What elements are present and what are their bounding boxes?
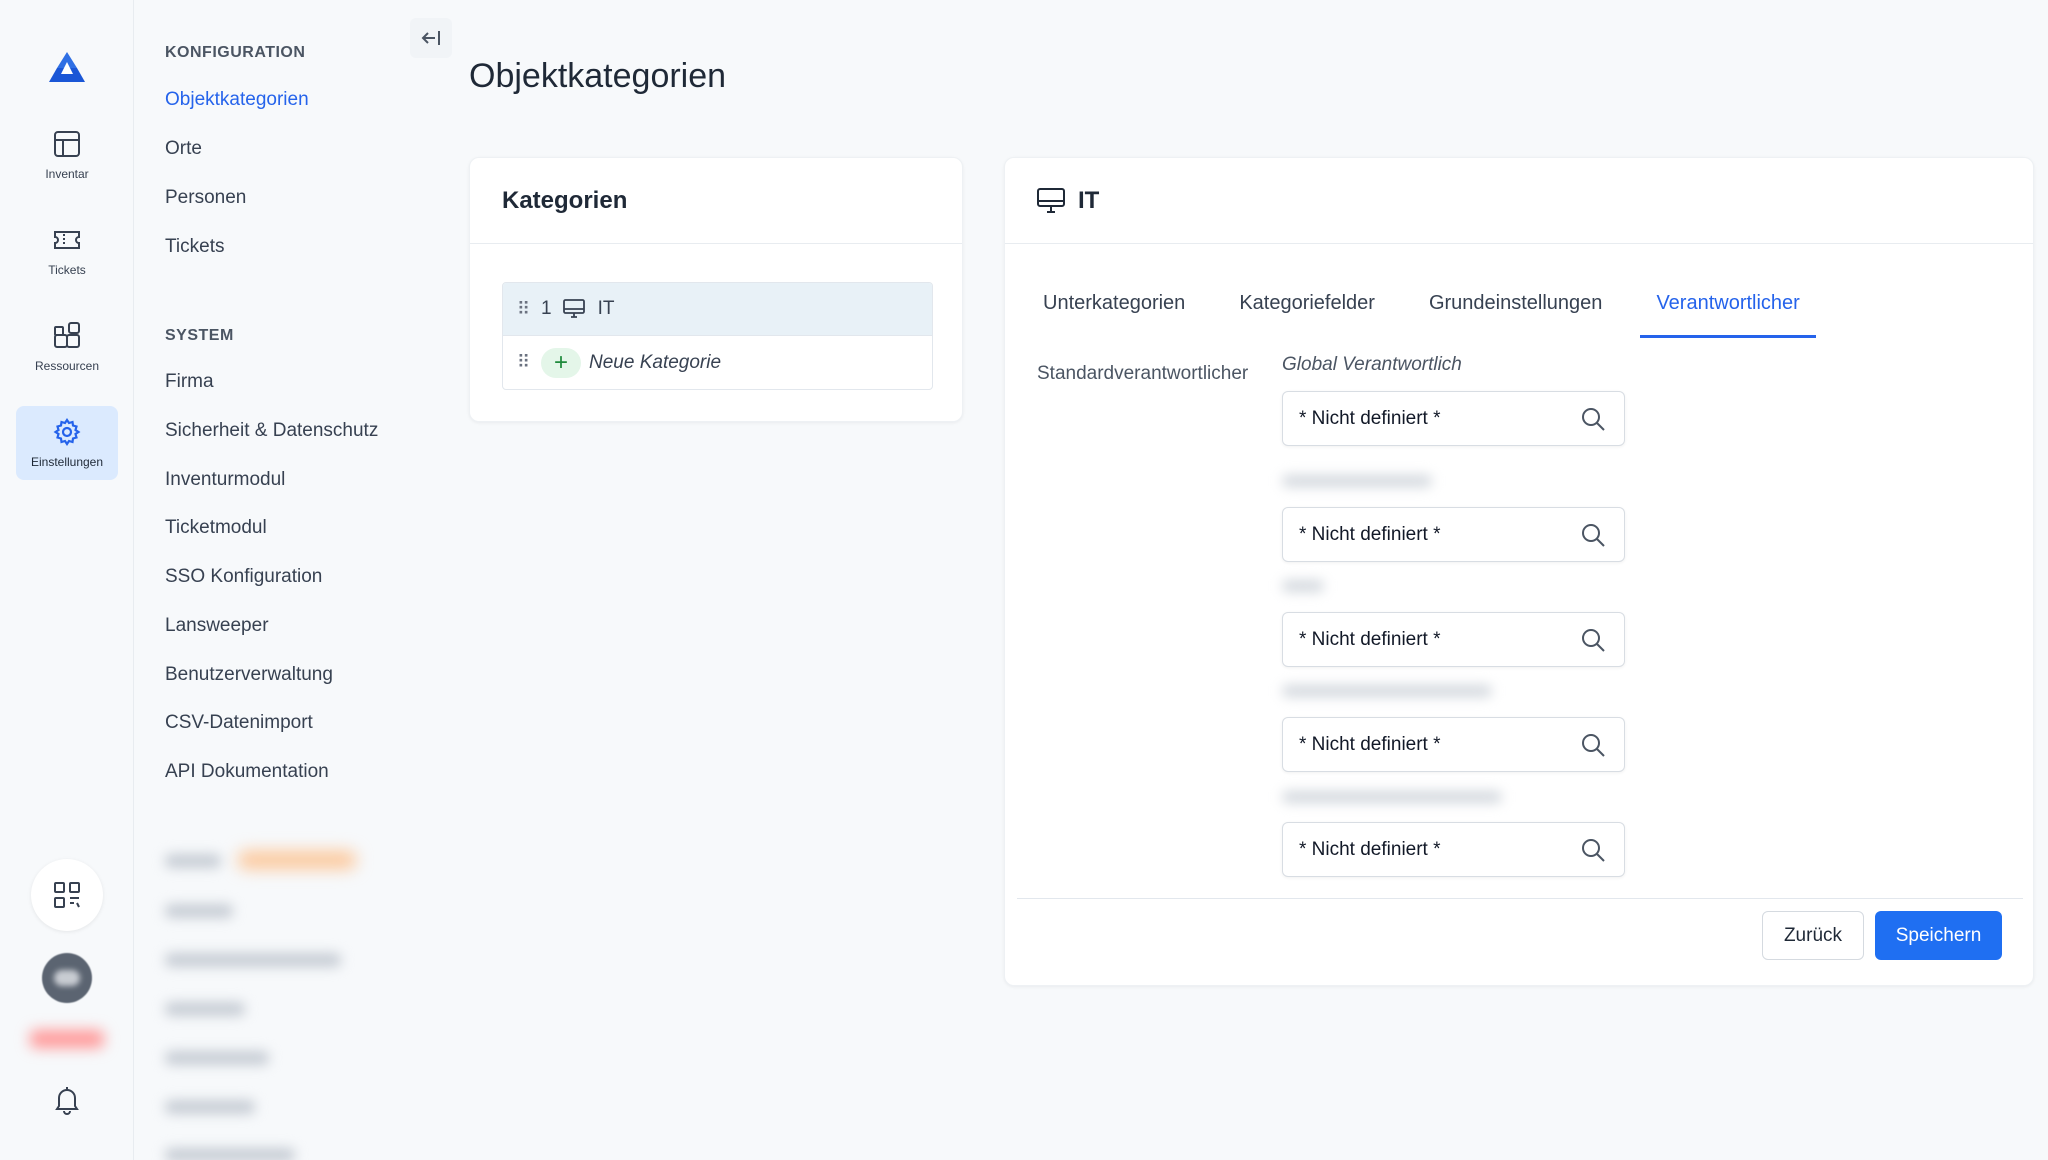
blurred-group-label: [1282, 580, 1324, 592]
blurred-nav-item: [165, 953, 341, 967]
category-row-it[interactable]: ⠿ 1 IT: [503, 283, 932, 336]
collapse-sidebar-button[interactable]: [410, 18, 452, 58]
responsible-select[interactable]: * Nicht definiert *: [1282, 822, 1625, 877]
nav-link-orte[interactable]: Orte: [165, 138, 202, 160]
page-title: Objektkategorien: [469, 57, 727, 95]
detail-card-title: IT: [1078, 186, 1100, 214]
blurred-nav-item: [165, 1148, 295, 1160]
nav-link-api-doku[interactable]: API Dokumentation: [165, 761, 329, 783]
collapse-arrow-icon: [421, 31, 440, 45]
rail-item-einstellungen[interactable]: Einstellungen: [16, 406, 118, 480]
icon-rail: Inventar Tickets Ressourcen Einstellunge…: [0, 0, 134, 1160]
avatar[interactable]: [42, 953, 92, 1003]
nav-link-inventurmodul[interactable]: Inventurmodul: [165, 469, 285, 491]
plus-icon[interactable]: +: [541, 347, 581, 378]
rail-item-inventar[interactable]: Inventar: [16, 118, 118, 192]
nav-link-benutzerverwaltung[interactable]: Benutzerverwaltung: [165, 664, 333, 686]
ticket-icon: [52, 225, 82, 255]
select-value: * Nicht definiert *: [1299, 838, 1441, 860]
select-value: * Nicht definiert *: [1299, 628, 1441, 650]
divider: [1017, 898, 2023, 899]
grid-icon: [52, 129, 82, 159]
tab-kategoriefelder[interactable]: Kategoriefelder: [1223, 278, 1391, 338]
rail-label: Einstellungen: [30, 455, 104, 469]
categories-card-title: Kategorien: [470, 158, 962, 244]
blurred-nav-item: [165, 1002, 245, 1016]
search-icon: [1582, 408, 1605, 431]
blurred-nav-item: [165, 904, 233, 918]
nav-link-tickets[interactable]: Tickets: [165, 236, 224, 258]
nav-link-personen[interactable]: Personen: [165, 187, 246, 209]
monitor-icon: [562, 294, 588, 324]
new-category-label: Neue Kategorie: [589, 351, 722, 373]
blurred-nav-heading: [165, 854, 221, 868]
blurred-group-label: [1282, 685, 1492, 697]
nav-link-csv-import[interactable]: CSV-Datenimport: [165, 712, 313, 734]
rail-label: Tickets: [48, 263, 86, 277]
standardverantwortlicher-label: Standardverantwortlicher: [1037, 363, 1249, 384]
save-button[interactable]: Speichern: [1875, 911, 2002, 960]
rail-label: Ressourcen: [34, 359, 100, 373]
tab-unterkategorien[interactable]: Unterkategorien: [1027, 278, 1201, 338]
search-icon: [1582, 524, 1605, 547]
nav-heading-konfiguration: KONFIGURATION: [165, 44, 306, 61]
search-icon: [1582, 734, 1605, 757]
nav-link-objektkategorien[interactable]: Objektkategorien: [165, 89, 309, 111]
rail-item-tickets[interactable]: Tickets: [16, 214, 118, 288]
blurred-badge: [238, 851, 356, 869]
drag-handle-icon[interactable]: ⠿: [517, 352, 531, 373]
tab-verantwortlicher[interactable]: Verantwortlicher: [1640, 278, 1816, 338]
blurred-group-label: [1282, 791, 1502, 803]
detail-card-header: IT: [1005, 158, 2033, 244]
nav-link-ticketmodul[interactable]: Ticketmodul: [165, 517, 267, 539]
nav-link-firma[interactable]: Firma: [165, 371, 214, 393]
resources-icon: [52, 321, 82, 351]
search-icon: [1582, 629, 1605, 652]
categories-card: Kategorien ⠿ 1 IT ⠿ + Neue Kategorie: [469, 157, 963, 422]
nav-link-sicherheit[interactable]: Sicherheit & Datenschutz: [165, 420, 378, 442]
monitor-icon: [1036, 186, 1066, 216]
blurred-group-label: [1282, 475, 1432, 487]
qr-code-button[interactable]: [31, 859, 103, 931]
responsible-select[interactable]: * Nicht definiert *: [1282, 717, 1625, 772]
back-button[interactable]: Zurück: [1762, 911, 1864, 960]
bell-icon[interactable]: [51, 1084, 83, 1116]
nav-link-lansweeper[interactable]: Lansweeper: [165, 615, 269, 637]
category-detail-card: IT Unterkategorien Kategoriefelder Grund…: [1004, 157, 2034, 986]
tab-grundeinstellungen[interactable]: Grundeinstellungen: [1413, 278, 1618, 338]
select-value: * Nicht definiert *: [1299, 523, 1441, 545]
responsible-select[interactable]: * Nicht definiert *: [1282, 612, 1625, 667]
select-value: * Nicht definiert *: [1299, 407, 1441, 429]
gear-icon: [52, 417, 82, 447]
app-logo[interactable]: [47, 50, 87, 86]
responsible-select[interactable]: * Nicht definiert *: [1282, 391, 1625, 446]
qr-code-icon: [54, 882, 80, 908]
blurred-nav-item: [165, 1100, 255, 1114]
new-category-row[interactable]: ⠿ + Neue Kategorie: [503, 336, 932, 389]
category-number: 1: [541, 298, 552, 319]
nav-heading-system: SYSTEM: [165, 327, 234, 344]
nav-link-sso[interactable]: SSO Konfiguration: [165, 566, 322, 588]
global-verantwortlich-label: Global Verantwortlich: [1282, 354, 1462, 375]
blurred-badge: [30, 1030, 104, 1048]
search-icon: [1582, 839, 1605, 862]
rail-label: Inventar: [45, 167, 89, 181]
rail-item-ressourcen[interactable]: Ressourcen: [16, 310, 118, 384]
tab-bar: Unterkategorien Kategoriefelder Grundein…: [1027, 278, 1838, 338]
category-label: IT: [597, 298, 615, 319]
blurred-nav-item: [165, 1051, 269, 1065]
select-value: * Nicht definiert *: [1299, 733, 1441, 755]
responsible-select[interactable]: * Nicht definiert *: [1282, 507, 1625, 562]
settings-nav: KONFIGURATION Objektkategorien Orte Pers…: [134, 0, 454, 1160]
category-list: ⠿ 1 IT ⠿ + Neue Kategorie: [502, 282, 933, 390]
drag-handle-icon[interactable]: ⠿: [517, 299, 531, 320]
